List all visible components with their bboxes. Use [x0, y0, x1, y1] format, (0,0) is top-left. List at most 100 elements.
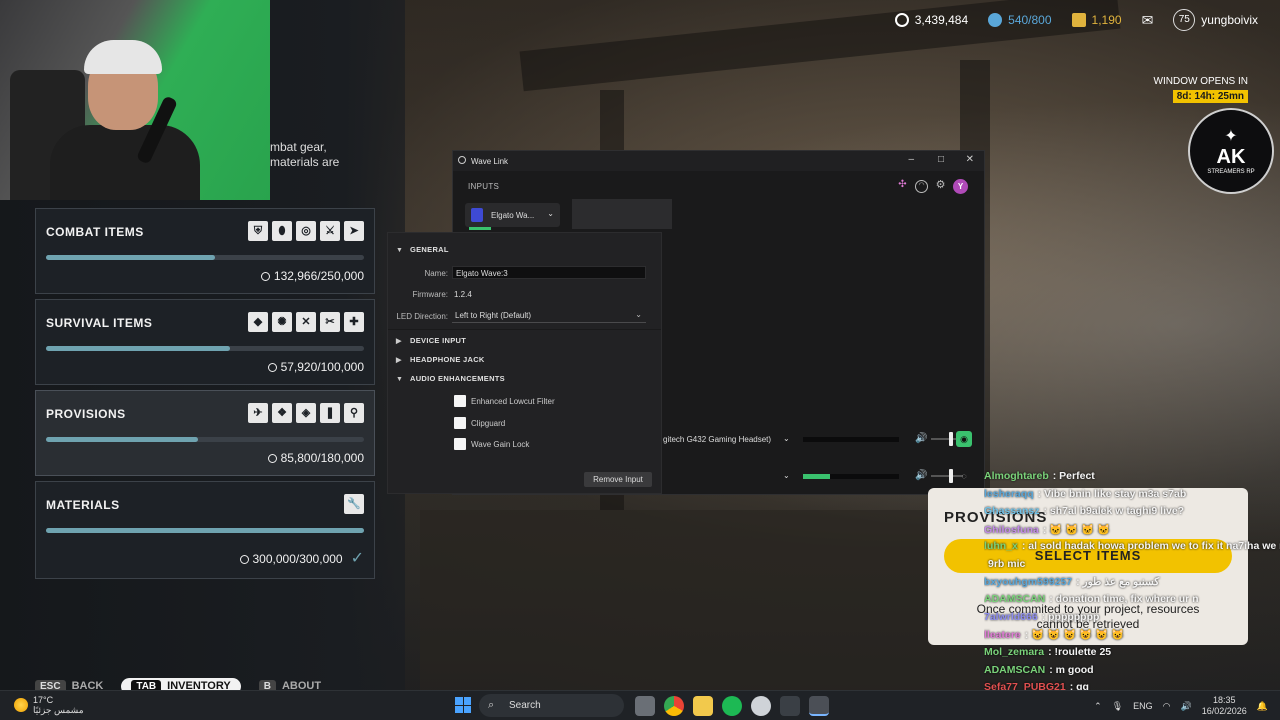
category-item-icon[interactable]: ✚: [344, 312, 364, 332]
taskbar-search[interactable]: ⌕ Search: [479, 694, 624, 717]
mail-icon[interactable]: ✉: [1142, 12, 1154, 29]
ear-monitor-icon[interactable]: ◉: [956, 431, 972, 447]
led-direction-select[interactable]: Left to Right (Default) ⌄: [452, 308, 646, 323]
firmware-label: Firmware:: [412, 290, 448, 299]
device-name-field[interactable]: Elgato Wave:3: [452, 266, 646, 279]
category-card-survival-items[interactable]: SURVIVAL ITEMS ◆ ✺ ✕ ✂ ✚ 57,920/100,000: [35, 299, 375, 385]
apps-icon[interactable]: ✣: [896, 180, 909, 193]
chat-username[interactable]: luhn_x: [984, 540, 1018, 552]
category-item-icon[interactable]: ⬮: [272, 221, 292, 241]
chevron-up-icon[interactable]: ⌃: [1094, 701, 1102, 712]
section-device-input[interactable]: ▶ DEVICE INPUT: [396, 336, 466, 345]
category-item-icon[interactable]: ✺: [272, 312, 292, 332]
wifi-icon[interactable]: ◠: [1163, 701, 1171, 712]
player-profile[interactable]: 75 yungboivix: [1173, 9, 1258, 31]
category-item-icon[interactable]: ◆: [248, 312, 268, 332]
category-icons: ✈ ❖ ◈ ❚ ⚲: [248, 403, 364, 423]
maximize-button[interactable]: □: [938, 154, 944, 165]
chat-username[interactable]: Ghassansz: [984, 505, 1039, 517]
option-clipguard[interactable]: Clipguard: [454, 417, 505, 429]
checkbox[interactable]: [454, 395, 466, 407]
category-item-icon[interactable]: ⛨: [248, 221, 268, 241]
category-card-materials[interactable]: MATERIALS 🔧 300,000/300,000 ✓: [35, 481, 375, 579]
firmware-value: 1.2.4: [454, 290, 472, 299]
level-meter-fill: [803, 474, 830, 479]
chevron-down-icon[interactable]: ⌄: [783, 434, 790, 443]
chat-username[interactable]: Mol_zemara: [984, 646, 1044, 658]
ear-monitor-icon[interactable]: ◌: [956, 468, 972, 484]
category-amount: 85,800/180,000: [267, 451, 364, 465]
minimize-button[interactable]: –: [908, 154, 914, 165]
category-icons: ⛨ ⬮ ◎ ⚔ ➤: [248, 221, 364, 241]
weather-widget[interactable]: 17°C مشمس جزئيًا: [14, 695, 84, 715]
task-view-icon[interactable]: [635, 696, 655, 716]
progress-bar: [46, 346, 364, 351]
pen-icon[interactable]: [780, 696, 800, 716]
chat-message: Ghassansz: sh7al b9alek w taghi9 live?: [984, 505, 1280, 523]
chat-username[interactable]: ADAMSCAN: [984, 664, 1045, 676]
section-audio-enhancements[interactable]: ▼ AUDIO ENHANCEMENTS: [396, 374, 505, 383]
coin-icon: [239, 555, 249, 564]
chrome-icon[interactable]: [664, 696, 684, 716]
category-item-icon[interactable]: ✈: [248, 403, 268, 423]
language-indicator[interactable]: ENG: [1133, 701, 1153, 711]
microphone-icon[interactable]: 🎙: [1112, 701, 1123, 712]
volume-slider-knob[interactable]: [949, 432, 953, 446]
chat-username[interactable]: 7alwrld666: [984, 611, 1038, 623]
gear-icon[interactable]: ⚙: [934, 180, 947, 193]
option-wave-gain-lock[interactable]: Wave Gain Lock: [454, 438, 529, 450]
close-button[interactable]: ✕: [966, 154, 974, 165]
clock[interactable]: 18:35 16/02/2026: [1202, 695, 1247, 717]
category-item-icon[interactable]: ⚔: [320, 221, 340, 241]
chat-username[interactable]: bxyouhgm599257: [984, 576, 1072, 588]
category-icons: ◆ ✺ ✕ ✂ ✚: [248, 312, 364, 332]
empty-input-slot[interactable]: [572, 199, 672, 229]
section-general[interactable]: ▼ GENERAL: [396, 245, 449, 254]
category-item-icon[interactable]: ❚: [320, 403, 340, 423]
headphones-icon[interactable]: ◠: [915, 180, 928, 193]
spotify-icon[interactable]: [722, 696, 742, 716]
device-selector[interactable]: Elgato Wa... ⌄: [465, 203, 560, 227]
category-title: MATERIALS: [46, 498, 120, 512]
category-title: SURVIVAL ITEMS: [46, 316, 153, 330]
chat-message: ADAMSCAN : m good: [984, 664, 1280, 682]
category-card-combat-items[interactable]: COMBAT ITEMS ⛨ ⬮ ◎ ⚔ ➤ 132,966/250,000: [35, 208, 375, 294]
wavelink-icon[interactable]: [809, 696, 829, 716]
notification-icon[interactable]: 🔔: [1257, 701, 1268, 712]
folder-icon[interactable]: [693, 696, 713, 716]
checkbox[interactable]: [454, 438, 466, 450]
category-item-icon[interactable]: ❖: [272, 403, 292, 423]
remove-input-button[interactable]: Remove Input: [584, 472, 652, 487]
category-item-icon[interactable]: ◎: [296, 221, 316, 241]
category-item-icon[interactable]: ✕: [296, 312, 316, 332]
category-item-icon[interactable]: ◈: [296, 403, 316, 423]
category-item-icon[interactable]: ➤: [344, 221, 364, 241]
caret-down-icon: ▼: [396, 247, 404, 254]
section-headphone-jack[interactable]: ▶ HEADPHONE JACK: [396, 355, 485, 364]
checkmark-icon: ✓: [350, 550, 364, 567]
option-lowcut-filter[interactable]: Enhanced Lowcut Filter: [454, 395, 555, 407]
speaker-icon[interactable]: 🔊: [915, 433, 927, 444]
chevron-down-icon[interactable]: ⌄: [783, 471, 790, 480]
chat-username[interactable]: Almoghtareb: [984, 470, 1049, 482]
chat-username[interactable]: Ghilosfuna: [984, 524, 1039, 536]
chat-username[interactable]: ADAMSCAN: [984, 593, 1045, 605]
checkbox[interactable]: [454, 417, 466, 429]
chat-text: : Perfect: [1052, 470, 1095, 482]
start-button[interactable]: [455, 697, 471, 713]
category-card-provisions[interactable]: PROVISIONS ✈ ❖ ◈ ❚ ⚲ 85,800/180,000: [35, 390, 375, 476]
category-item-icon[interactable]: 🔧: [344, 494, 364, 514]
chat-username[interactable]: lesheraqq: [984, 488, 1034, 500]
chat-message: luhn_x: al sold hadak howa problem we to…: [984, 540, 1280, 558]
chevron-down-icon: ⌄: [635, 310, 642, 319]
category-item-icon[interactable]: ⚲: [344, 403, 364, 423]
avatar[interactable]: Y: [953, 179, 968, 194]
steam-icon[interactable]: [751, 696, 771, 716]
chat-text: : m good: [1049, 663, 1094, 676]
speaker-icon[interactable]: 🔊: [915, 470, 927, 481]
chat-username[interactable]: lleatere: [984, 629, 1021, 641]
category-item-icon[interactable]: ✂: [320, 312, 340, 332]
speaker-icon[interactable]: 🔊: [1181, 701, 1192, 712]
volume-slider-knob[interactable]: [949, 469, 953, 483]
name-label: Name:: [424, 269, 448, 278]
